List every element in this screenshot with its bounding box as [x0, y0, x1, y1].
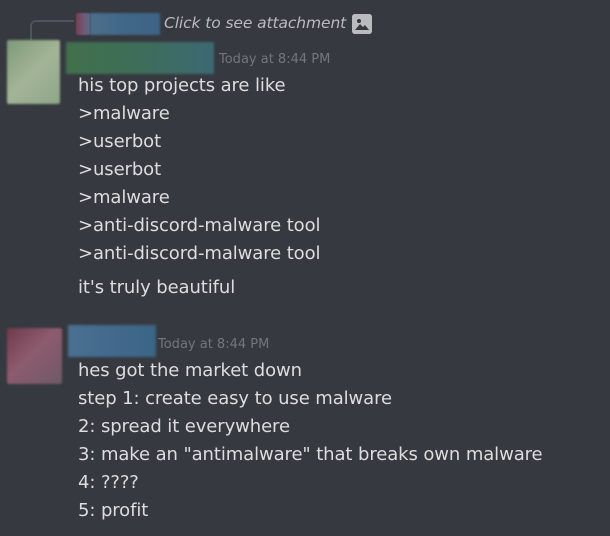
- reply-username-redacted[interactable]: [90, 13, 160, 35]
- image-icon[interactable]: [352, 14, 372, 34]
- message-content: hes got the market down step 1: create e…: [78, 357, 543, 525]
- reply-attachment-text[interactable]: Click to see attachment: [164, 14, 346, 32]
- message-timestamp: Today at 8:44 PM: [219, 52, 331, 67]
- username-redacted[interactable]: [66, 42, 214, 74]
- avatar[interactable]: [7, 328, 62, 384]
- message-line: >anti-discord-malware tool: [78, 243, 321, 264]
- message-line: step 1: create easy to use malware: [78, 388, 392, 409]
- message-content: his top projects are like >malware >user…: [78, 72, 321, 268]
- reply-preview[interactable]: Click to see attachment: [30, 12, 590, 40]
- message-line: >malware: [78, 187, 170, 208]
- message-line: his top projects are like: [78, 75, 286, 96]
- message-line: 3: make an "antimalware" that breaks own…: [78, 444, 543, 465]
- avatar[interactable]: [7, 40, 60, 104]
- reply-connector: [30, 20, 74, 40]
- chat-messages: Click to see attachment Today at 8:44 PM…: [0, 0, 610, 536]
- reply-avatar[interactable]: [76, 13, 90, 35]
- message-line: hes got the market down: [78, 360, 302, 381]
- message-followup: it's truly beautiful: [78, 277, 236, 298]
- message-line: >anti-discord-malware tool: [78, 215, 321, 236]
- username-redacted[interactable]: [68, 325, 156, 357]
- message-line: >userbot: [78, 131, 162, 152]
- message-line: 5: profit: [78, 500, 149, 521]
- message-timestamp: Today at 8:44 PM: [158, 337, 270, 352]
- message-line: >userbot: [78, 159, 162, 180]
- message-line: >malware: [78, 103, 170, 124]
- message-line: 4: ????: [78, 472, 139, 493]
- message-line: 2: spread it everywhere: [78, 416, 290, 437]
